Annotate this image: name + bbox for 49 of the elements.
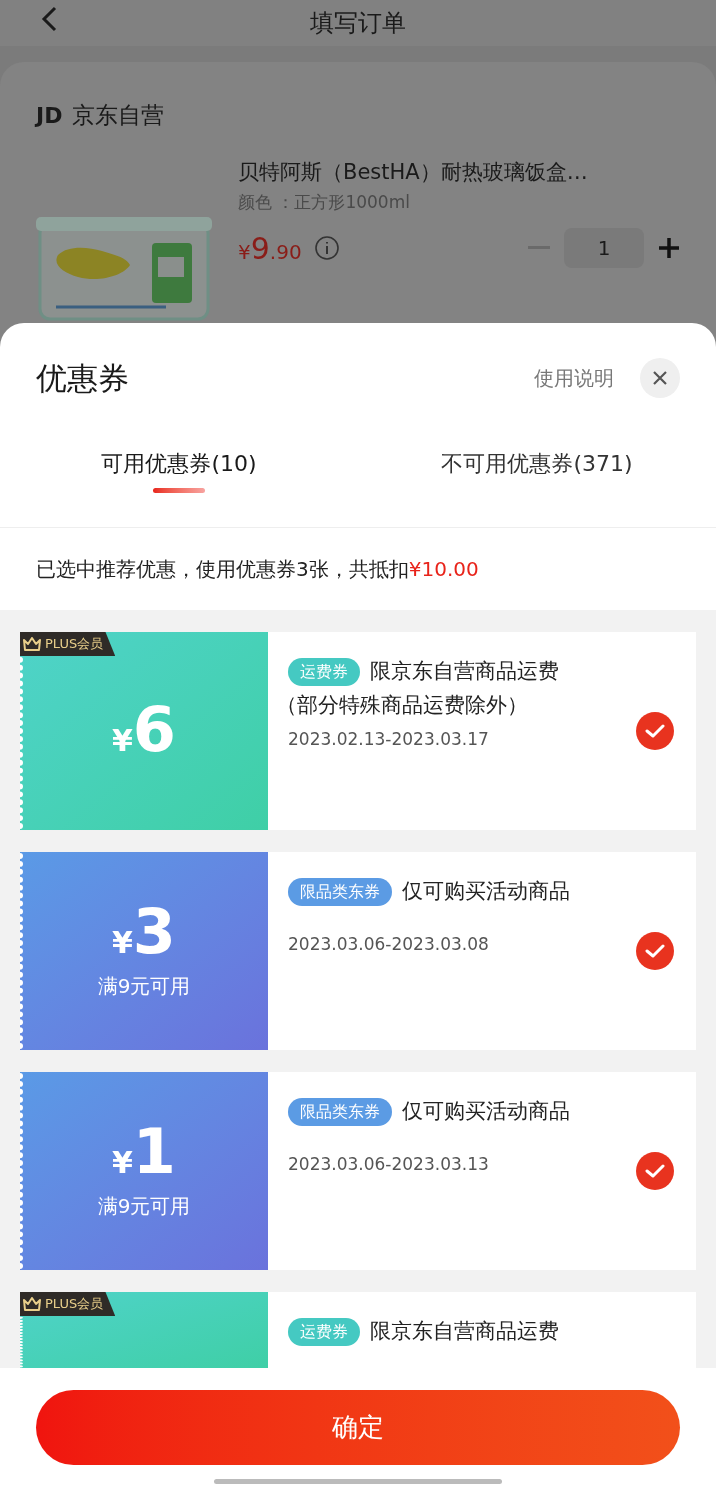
quantity-field[interactable]: 1 bbox=[564, 228, 644, 268]
currency-symbol: ¥ bbox=[112, 723, 133, 760]
currency-symbol: ¥ bbox=[112, 925, 133, 962]
summary-text: 已选中推荐优惠，使用优惠券3张，共抵扣¥10.00 bbox=[36, 556, 479, 583]
currency-symbol: ¥ bbox=[112, 1144, 133, 1182]
coupon-dates: 2023.03.06-2023.03.08 bbox=[288, 932, 490, 956]
usage-link[interactable]: 使用说明 bbox=[534, 363, 614, 393]
sheet-title: 优惠券 bbox=[36, 358, 130, 398]
page-title: 填写订单 bbox=[310, 8, 406, 39]
check-icon[interactable] bbox=[636, 932, 674, 970]
plus-badge: PLUS会员 bbox=[20, 632, 116, 656]
coupon-card[interactable]: ¥1 满9元可用 限品类东券 仅可购买活动商品 2023.03.06-2023.03.13 bbox=[20, 1072, 696, 1270]
coupon-title: 仅可购买活动商品 bbox=[402, 1098, 570, 1125]
product-title: 贝特阿斯（BestHA）耐热玻璃饭盒… bbox=[238, 158, 589, 186]
coupon-card[interactable]: PLUS会员 运费券 限京东自营商品运费 bbox=[20, 1292, 696, 1368]
check-icon[interactable] bbox=[636, 712, 674, 750]
coupon-tag: 限品类东券 bbox=[288, 1097, 392, 1126]
close-icon bbox=[652, 370, 668, 386]
store-name: 京东自营 bbox=[72, 101, 165, 130]
coupon-card[interactable]: PLUS会员 ¥6 运费券 限京东自营商品运费 （部分特殊商品运费除外） 2023.02.13-2023.03.17 bbox=[20, 632, 696, 830]
confirm-button[interactable]: 确定 bbox=[36, 1390, 680, 1465]
coupon-amount: 3 bbox=[132, 901, 176, 963]
coupon-title: 限京东自营商品运费 bbox=[370, 658, 559, 685]
coupon-amount: 1 bbox=[132, 1121, 176, 1183]
product-spec: 颜色 ：正方形1000ml bbox=[238, 191, 411, 214]
coupon-tag: 运费券 bbox=[288, 1317, 360, 1346]
coupon-amount: 6 bbox=[132, 699, 176, 761]
coupon-tag: 运费券 bbox=[288, 657, 360, 686]
coupon-tab[interactable]: 可用优惠券(10) bbox=[0, 433, 358, 527]
close-button[interactable] bbox=[640, 358, 680, 398]
product-price: ¥9.90 bbox=[238, 229, 302, 268]
coupon-dates: 2023.02.13-2023.03.17 bbox=[288, 728, 490, 751]
info-icon[interactable] bbox=[313, 235, 340, 261]
plus-badge: PLUS会员 bbox=[20, 1292, 116, 1316]
coupon-condition: 满9元可用 bbox=[97, 973, 191, 1000]
store-logo: JD bbox=[36, 101, 63, 130]
coupon-tag: 限品类东券 bbox=[288, 877, 392, 906]
coupon-title: 仅可购买活动商品 bbox=[402, 878, 570, 905]
check-icon[interactable] bbox=[636, 1152, 674, 1190]
coupon-card[interactable]: ¥3 满9元可用 限品类东券 仅可购买活动商品 2023.03.06-2023.03.08 bbox=[20, 852, 696, 1050]
crown-icon bbox=[22, 637, 42, 651]
coupon-subtitle: （部分特殊商品运费除外） bbox=[276, 691, 529, 719]
coupon-condition: 满9元可用 bbox=[97, 1193, 191, 1220]
coupon-tab[interactable]: 不可用优惠券(371) bbox=[358, 433, 716, 527]
back-icon[interactable] bbox=[40, 6, 58, 32]
crown-icon bbox=[22, 1297, 42, 1311]
coupon-title: 限京东自营商品运费 bbox=[370, 1318, 559, 1345]
coupon-dates: 2023.03.06-2023.03.13 bbox=[288, 1152, 490, 1176]
plus-icon[interactable] bbox=[658, 237, 680, 259]
